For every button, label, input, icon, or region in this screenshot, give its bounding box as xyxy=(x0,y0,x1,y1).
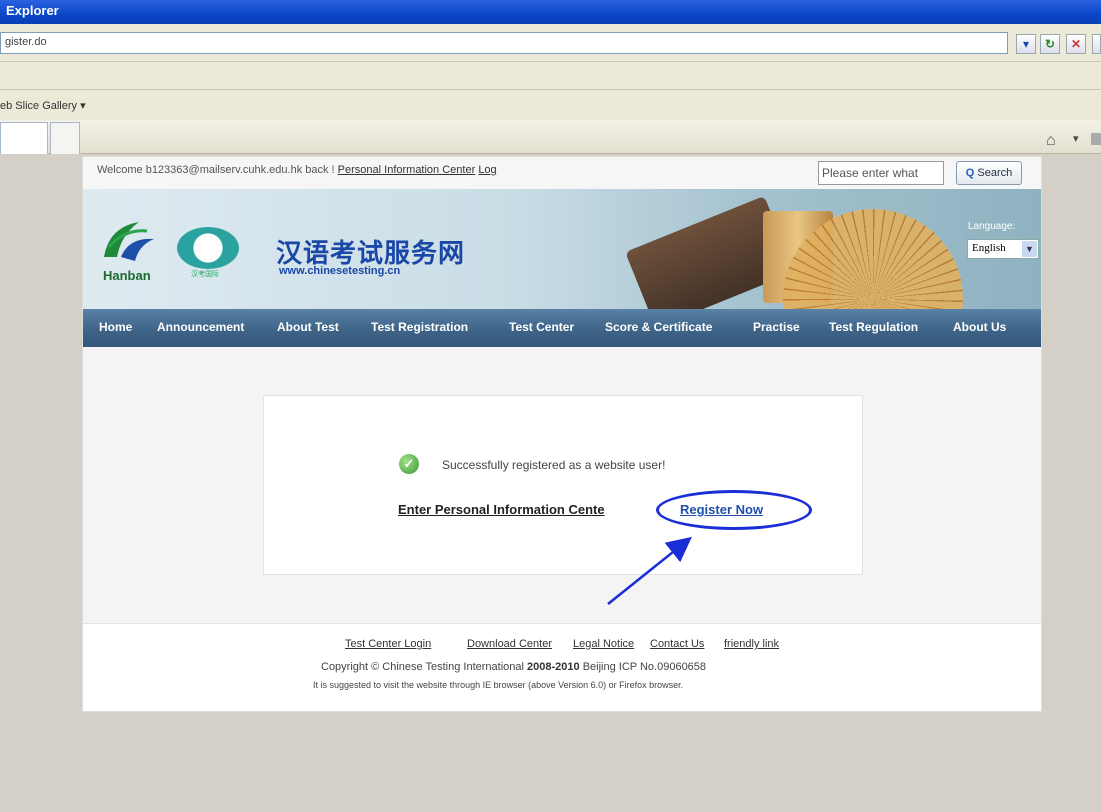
home-icon[interactable]: ⌂ xyxy=(1046,132,1056,150)
main-nav: Home Announcement About Test Test Regist… xyxy=(83,309,1041,347)
personal-center-link[interactable]: Personal Information Center xyxy=(338,164,476,176)
footer-link-friendly-link[interactable]: friendly link xyxy=(724,638,779,650)
cti-seal-icon xyxy=(177,227,239,269)
nav-test-registration[interactable]: Test Registration xyxy=(371,320,468,334)
nav-score-certificate[interactable]: Score & Certificate xyxy=(605,320,712,334)
footer-link-legal-notice[interactable]: Legal Notice xyxy=(573,638,634,650)
tab-bar: ⌂ ▾ xyxy=(0,120,1101,154)
nav-practise[interactable]: Practise xyxy=(753,320,800,334)
language-label: Language: xyxy=(968,221,1016,232)
seal-caption: 汉考国际 xyxy=(191,271,219,278)
address-text: gister.do xyxy=(5,36,47,48)
search-button[interactable]: Q Search xyxy=(956,161,1022,185)
window-title: Explorer xyxy=(6,3,59,18)
browser-tab-active[interactable] xyxy=(0,122,48,154)
copyright-years: 2008-2010 xyxy=(527,661,580,673)
favorites-bar: eb Slice Gallery ▾ xyxy=(0,90,1101,120)
welcome-prefix: Welcome b123363@mailserv.cuhk.edu.hk bac… xyxy=(97,164,335,176)
site-banner: Hanban 汉考国际 汉语考试服务网 www.chinesetesting.c… xyxy=(83,189,1041,309)
language-select[interactable]: English ▼ xyxy=(967,239,1039,259)
site-footer: Test Center Login Download Center Legal … xyxy=(83,623,1041,711)
search-icon: Q xyxy=(965,167,975,179)
browser-suggestion: It is suggested to visit the website thr… xyxy=(313,680,684,690)
chevron-down-icon: ▼ xyxy=(1022,241,1037,257)
success-message: Successfully registered as a website use… xyxy=(442,458,666,472)
new-tab-button[interactable] xyxy=(50,122,80,154)
copyright-icp: Beijing ICP No.09060658 xyxy=(582,661,707,673)
nav-about-test[interactable]: About Test xyxy=(277,320,339,334)
nav-test-center[interactable]: Test Center xyxy=(509,320,574,334)
home-dropdown-icon[interactable]: ▾ xyxy=(1073,132,1079,145)
registration-success-panel: ✓ Successfully registered as a website u… xyxy=(263,395,863,575)
stop-icon[interactable]: ✕ xyxy=(1066,34,1086,54)
nav-announcement[interactable]: Announcement xyxy=(157,320,244,334)
footer-link-test-center-login[interactable]: Test Center Login xyxy=(345,638,431,650)
nav-test-regulation[interactable]: Test Regulation xyxy=(829,320,918,334)
nav-about-us[interactable]: About Us xyxy=(953,320,1006,334)
copyright-text: Copyright © Chinese Testing Internationa… xyxy=(321,661,706,673)
hanban-logo-icon xyxy=(104,222,154,261)
menu-bar xyxy=(0,62,1101,90)
search-button-label: Search xyxy=(977,167,1013,179)
browser-title-bar: Explorer xyxy=(0,0,1101,24)
address-bar-row: gister.do ▾ ↻ ✕ xyxy=(0,24,1101,62)
language-value: English xyxy=(972,242,1006,254)
footer-link-download-center[interactable]: Download Center xyxy=(467,638,552,650)
logout-link[interactable]: Log xyxy=(478,164,496,176)
address-input[interactable]: gister.do xyxy=(0,32,1008,54)
user-top-bar: Welcome b123363@mailserv.cuhk.edu.hk bac… xyxy=(83,157,1041,189)
success-check-icon: ✓ xyxy=(399,454,419,474)
web-page: Welcome b123363@mailserv.cuhk.edu.hk bac… xyxy=(82,156,1042,712)
toolbar-edge xyxy=(1092,34,1101,54)
annotation-ellipse xyxy=(656,490,812,530)
hanban-logo-text: Hanban xyxy=(103,268,151,283)
nav-home[interactable]: Home xyxy=(99,320,132,334)
enter-personal-center-link[interactable]: Enter Personal Information Cente xyxy=(398,502,605,517)
address-dropdown-icon[interactable]: ▾ xyxy=(1016,34,1036,54)
web-slice-gallery-link[interactable]: eb Slice Gallery ▾ xyxy=(0,99,86,112)
copyright-prefix: Copyright © Chinese Testing Internationa… xyxy=(321,661,524,673)
search-input[interactable] xyxy=(818,161,944,185)
welcome-text: Welcome b123363@mailserv.cuhk.edu.hk bac… xyxy=(97,164,497,176)
feeds-icon[interactable] xyxy=(1091,133,1101,145)
refresh-icon[interactable]: ↻ xyxy=(1040,34,1060,54)
site-url: www.chinesetesting.cn xyxy=(279,265,401,277)
footer-link-contact-us[interactable]: Contact Us xyxy=(650,638,704,650)
